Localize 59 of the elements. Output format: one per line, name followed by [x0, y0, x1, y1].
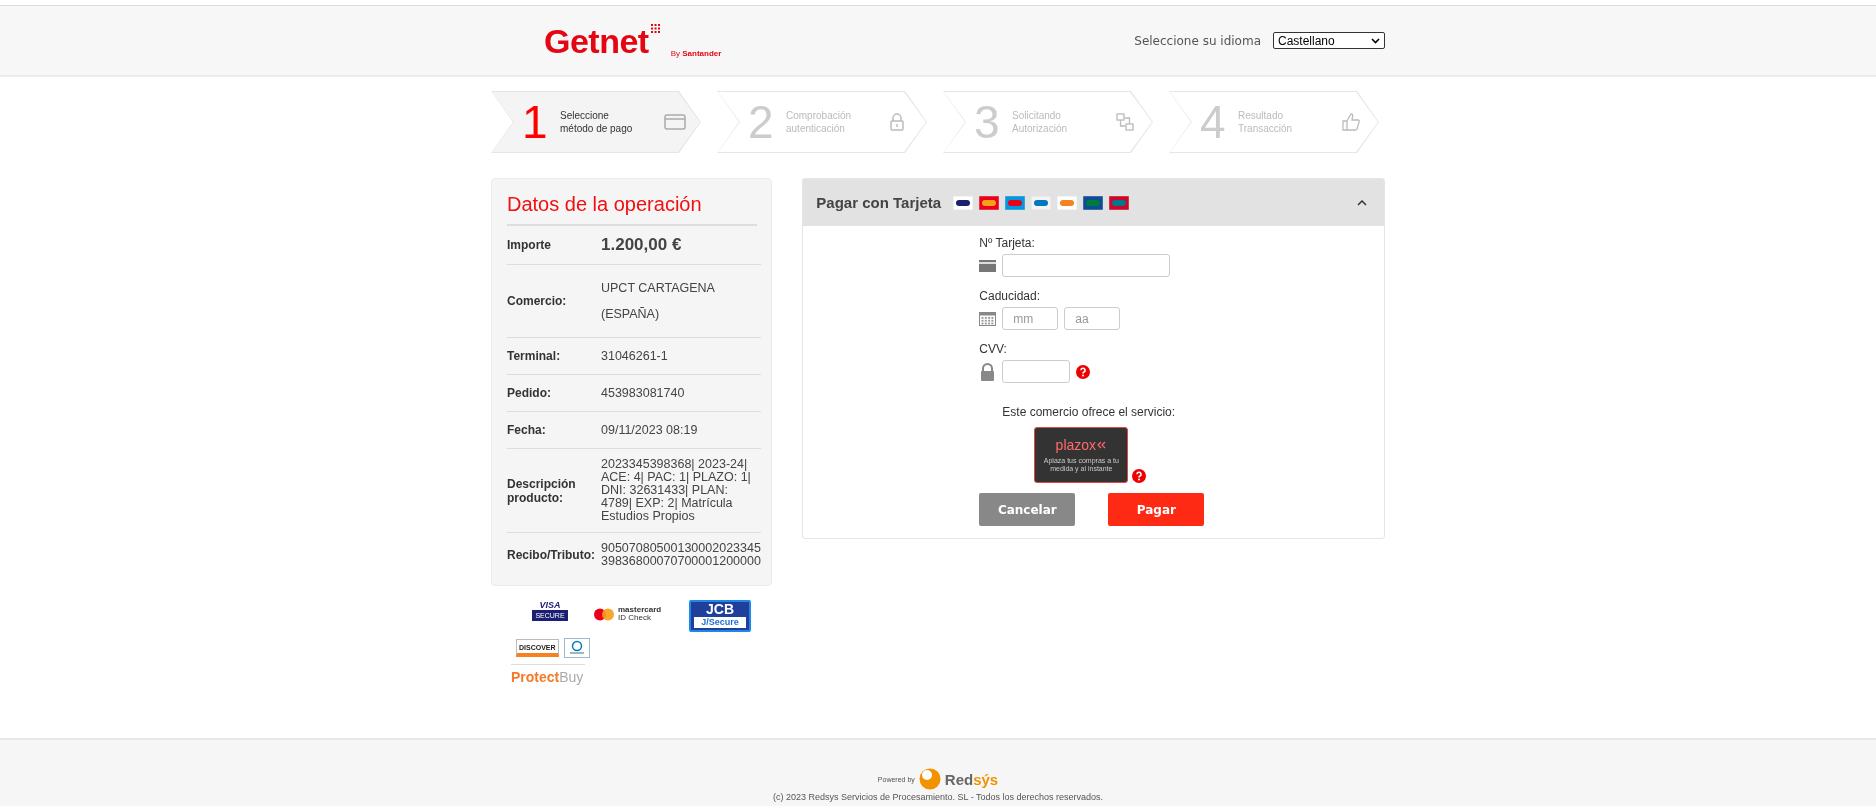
- logo-subtitle: By Santander: [670, 48, 722, 58]
- field-label: Caducidad:: [979, 289, 1042, 303]
- field-value: 453983081740: [601, 385, 686, 401]
- field-label: Descripción producto:: [507, 476, 577, 505]
- panel-title: Datos de la operación: [507, 189, 757, 226]
- protectbuy-logo: ProtectBuy: [511, 664, 585, 685]
- card-icon: [979, 259, 997, 272]
- amount-value: 1.200,00 €: [601, 237, 683, 253]
- field-label: Comercio:: [507, 294, 568, 308]
- field-label: Pedido:: [507, 386, 552, 400]
- redsys-logo-icon: [918, 768, 941, 790]
- field-value: 2023345398368| 2023-24| ACE: 4| PAC: 1| PLAZO: 1| DNI: 32631433| PLAN: 4789| EXP: 2| Matrícula Estudios Propios: [601, 458, 752, 523]
- card-logo-icon: [1109, 195, 1130, 210]
- card-logo-icon: [1031, 195, 1052, 210]
- card-icon: [664, 114, 686, 130]
- field-label: Nº Tarjeta:: [979, 236, 1036, 250]
- jcb-secure-logo: JCB J/Secure: [689, 600, 751, 632]
- field-value: 31046261-1: [601, 348, 669, 364]
- card-logo-icon: [1057, 195, 1078, 210]
- card-logo-icon: [979, 195, 1000, 210]
- copyright-text: (c) 2023 Redsys Servicios de Procesamiento. SL - Todos los derechos reservados.: [772, 792, 1104, 802]
- thumbs-up-icon: [1342, 113, 1360, 131]
- card-logo-icon: [563, 638, 590, 658]
- field-label: Importe: [507, 238, 552, 252]
- card-number-input[interactable]: [1002, 254, 1171, 277]
- step-label: Resultado Transacción: [1238, 109, 1294, 135]
- step-label: Solicitando Autorización: [1012, 109, 1069, 135]
- mastercard-logo: mastercard ID Check: [593, 606, 671, 622]
- field-value: 9050708050013000202334539836800070700001200000: [601, 542, 762, 568]
- card-logo-icon: [1083, 195, 1104, 210]
- year-input[interactable]: aa: [1064, 307, 1121, 330]
- cancel-button[interactable]: Cancelar: [979, 493, 1076, 526]
- step-label: Comprobación autenticación: [786, 109, 853, 135]
- help-icon[interactable]: [1132, 469, 1147, 483]
- card-logo-icon: [953, 195, 974, 210]
- calendar-icon: [979, 311, 997, 326]
- card-logo-icon: [1005, 195, 1026, 210]
- field-label: CVV:: [979, 342, 1008, 356]
- panel-title: Pagar con Tarjeta: [816, 194, 942, 211]
- lock-icon: [890, 113, 904, 131]
- step-number: 1: [522, 99, 549, 145]
- pay-button[interactable]: Pagar: [1108, 493, 1205, 526]
- cvv-input[interactable]: [1002, 360, 1071, 383]
- logo-text: Getnet: [544, 23, 649, 58]
- transfer-icon: [1116, 113, 1134, 131]
- dots-icon: [650, 23, 661, 34]
- help-icon[interactable]: [1076, 364, 1091, 379]
- service-text: Este comercio ofrece el servicio:: [1002, 405, 1177, 419]
- field-value: UPCT CARTAGENA (ESPAÑA): [601, 280, 716, 323]
- field-label: Terminal:: [507, 349, 562, 363]
- field-value: 09/11/2023 08:19: [601, 422, 699, 438]
- redsys-logo-text: Redsýs: [944, 770, 999, 788]
- field-label: Fecha:: [507, 423, 547, 437]
- language-label: Seleccione su idioma: [1134, 33, 1261, 48]
- field-label: Recibo/Tributo:: [507, 548, 596, 562]
- step-label: Seleccione método de pago: [560, 109, 634, 135]
- month-input[interactable]: mm: [1002, 307, 1059, 330]
- language-select[interactable]: Castellano: [1273, 32, 1385, 49]
- lock-icon: [979, 362, 997, 381]
